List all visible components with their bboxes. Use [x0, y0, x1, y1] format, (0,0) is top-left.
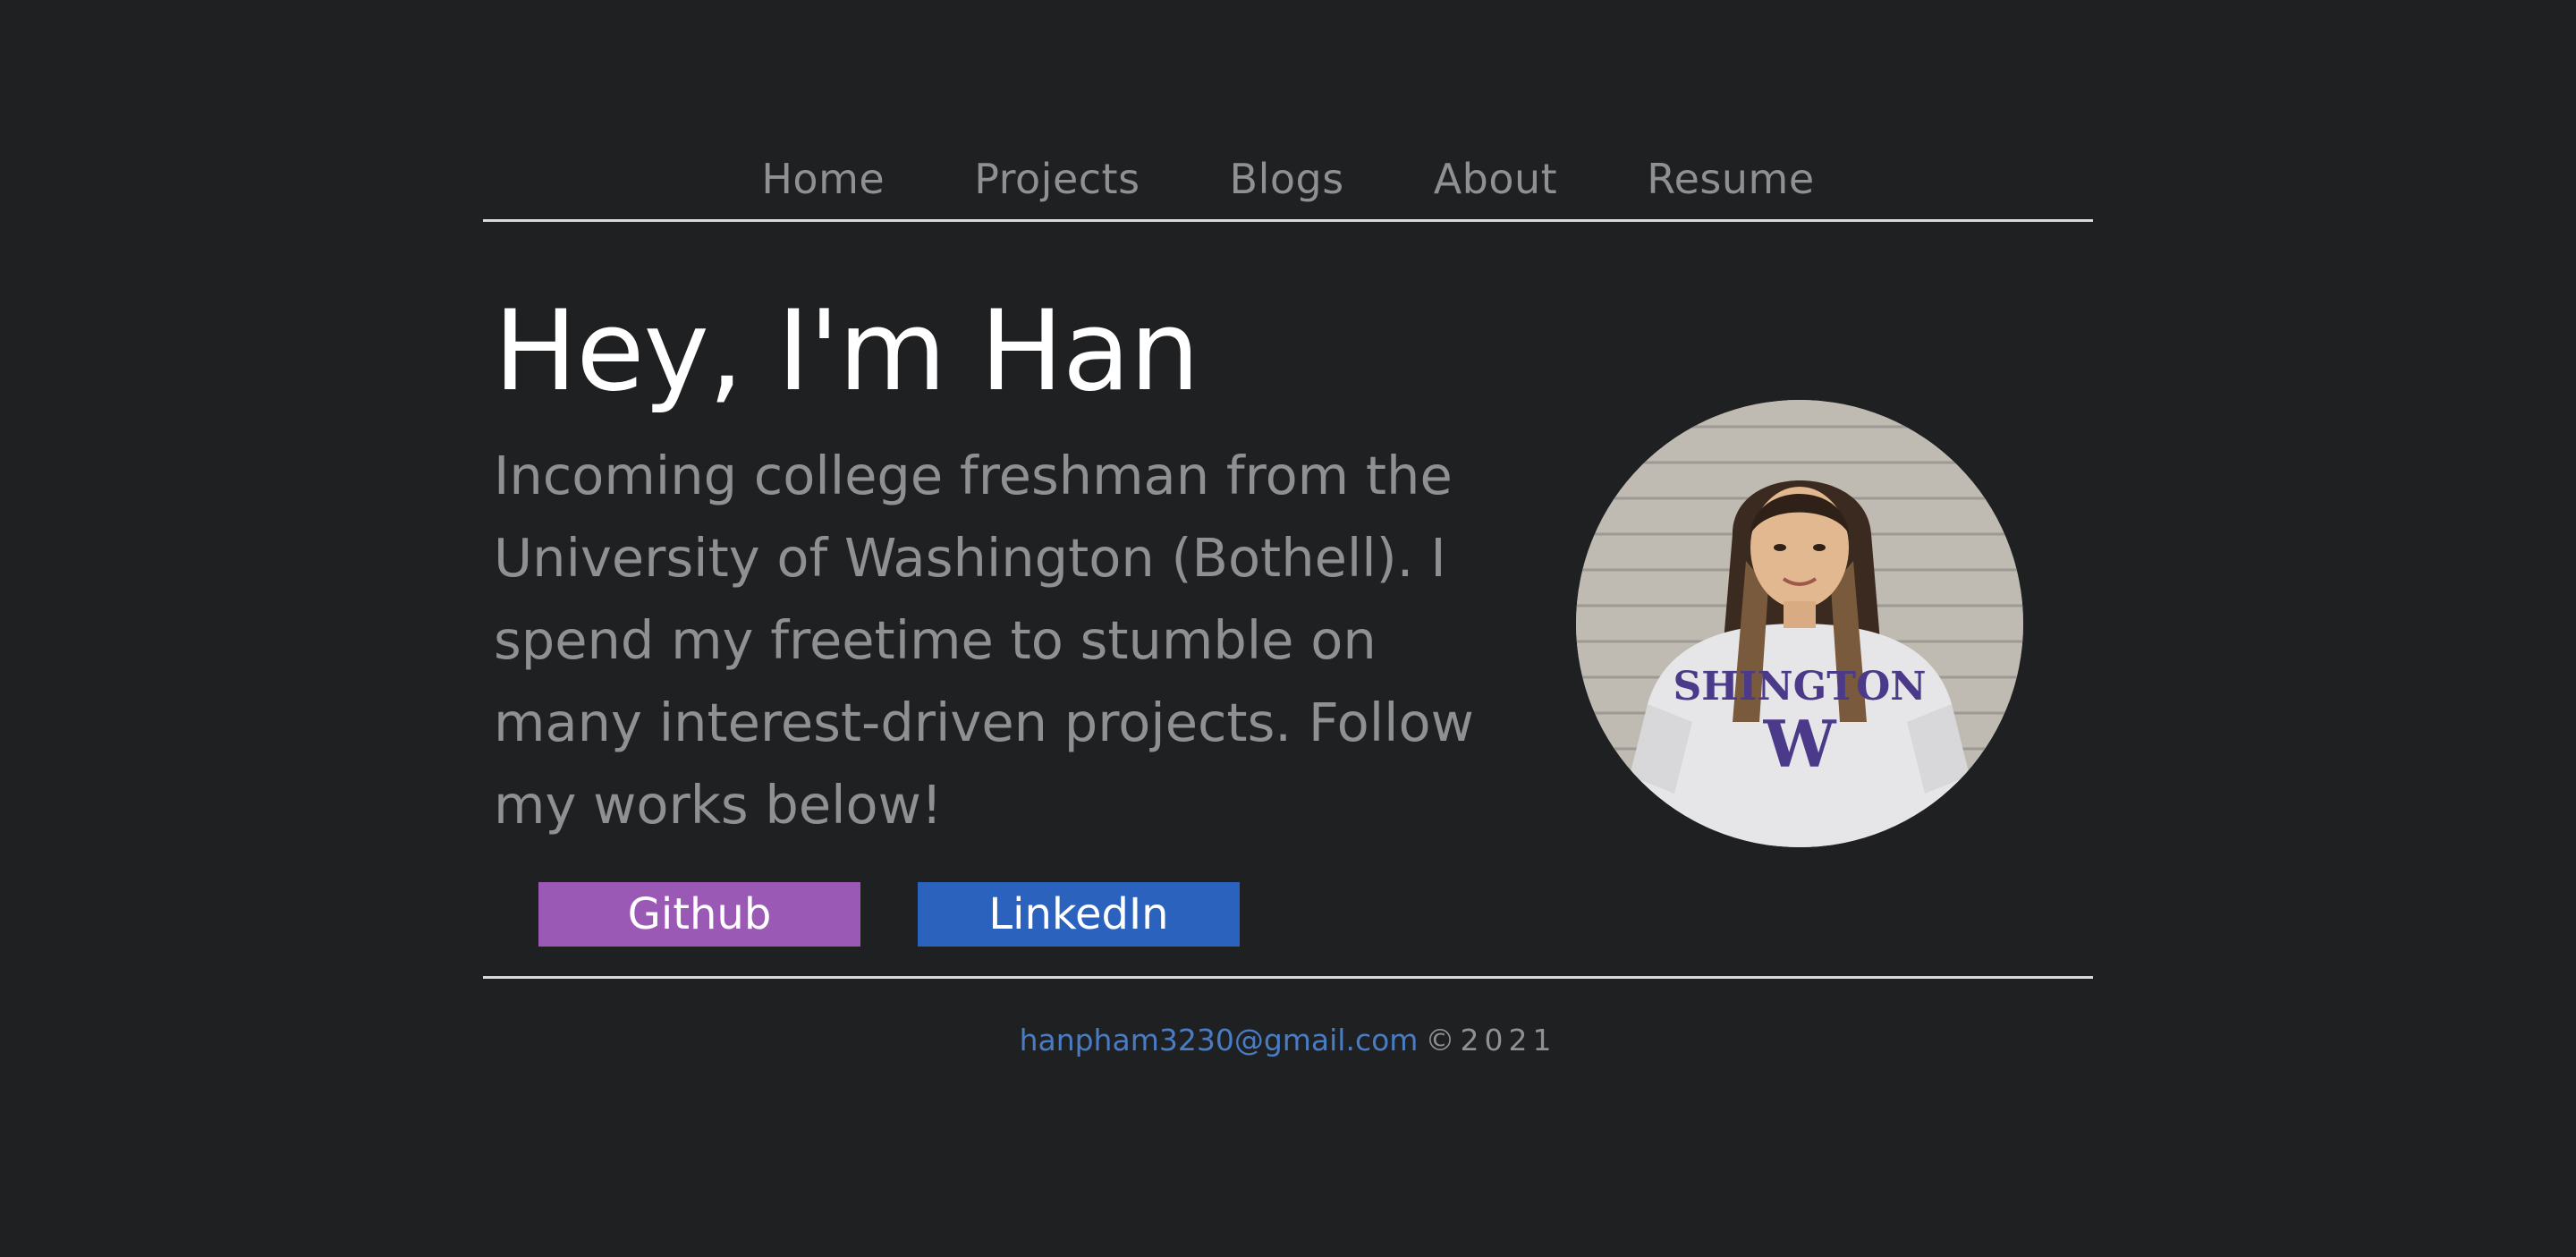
nav-blogs[interactable]: Blogs: [1230, 155, 1344, 203]
github-button[interactable]: Github: [538, 882, 860, 947]
nav-projects[interactable]: Projects: [974, 155, 1140, 203]
copyright-text: ©2021: [1425, 1023, 1557, 1057]
sweatshirt-text: SHINGTON: [1673, 664, 1926, 709]
page: Home Projects Blogs About Resume Hey, I'…: [0, 0, 2576, 1257]
intro-text: Incoming college freshman from the Unive…: [494, 445, 1474, 836]
nav-home[interactable]: Home: [761, 155, 885, 203]
email-link[interactable]: hanpham3230@gmail.com: [1020, 1023, 1419, 1057]
sweatshirt-letter: W: [1763, 706, 1837, 782]
avatar-photo: SHINGTON W: [1576, 400, 2023, 847]
nav-divider: [483, 219, 2093, 222]
avatar: SHINGTON W: [1576, 400, 2023, 847]
page-title: Hey, I'm Han: [494, 287, 1199, 416]
linkedin-button[interactable]: LinkedIn: [918, 882, 1240, 947]
footer: hanpham3230@gmail.com ©2021: [483, 1023, 2093, 1057]
nav-about[interactable]: About: [1434, 155, 1558, 203]
nav-resume[interactable]: Resume: [1647, 155, 1814, 203]
top-nav: Home Projects Blogs About Resume: [483, 134, 2093, 224]
footer-divider: [483, 976, 2093, 979]
